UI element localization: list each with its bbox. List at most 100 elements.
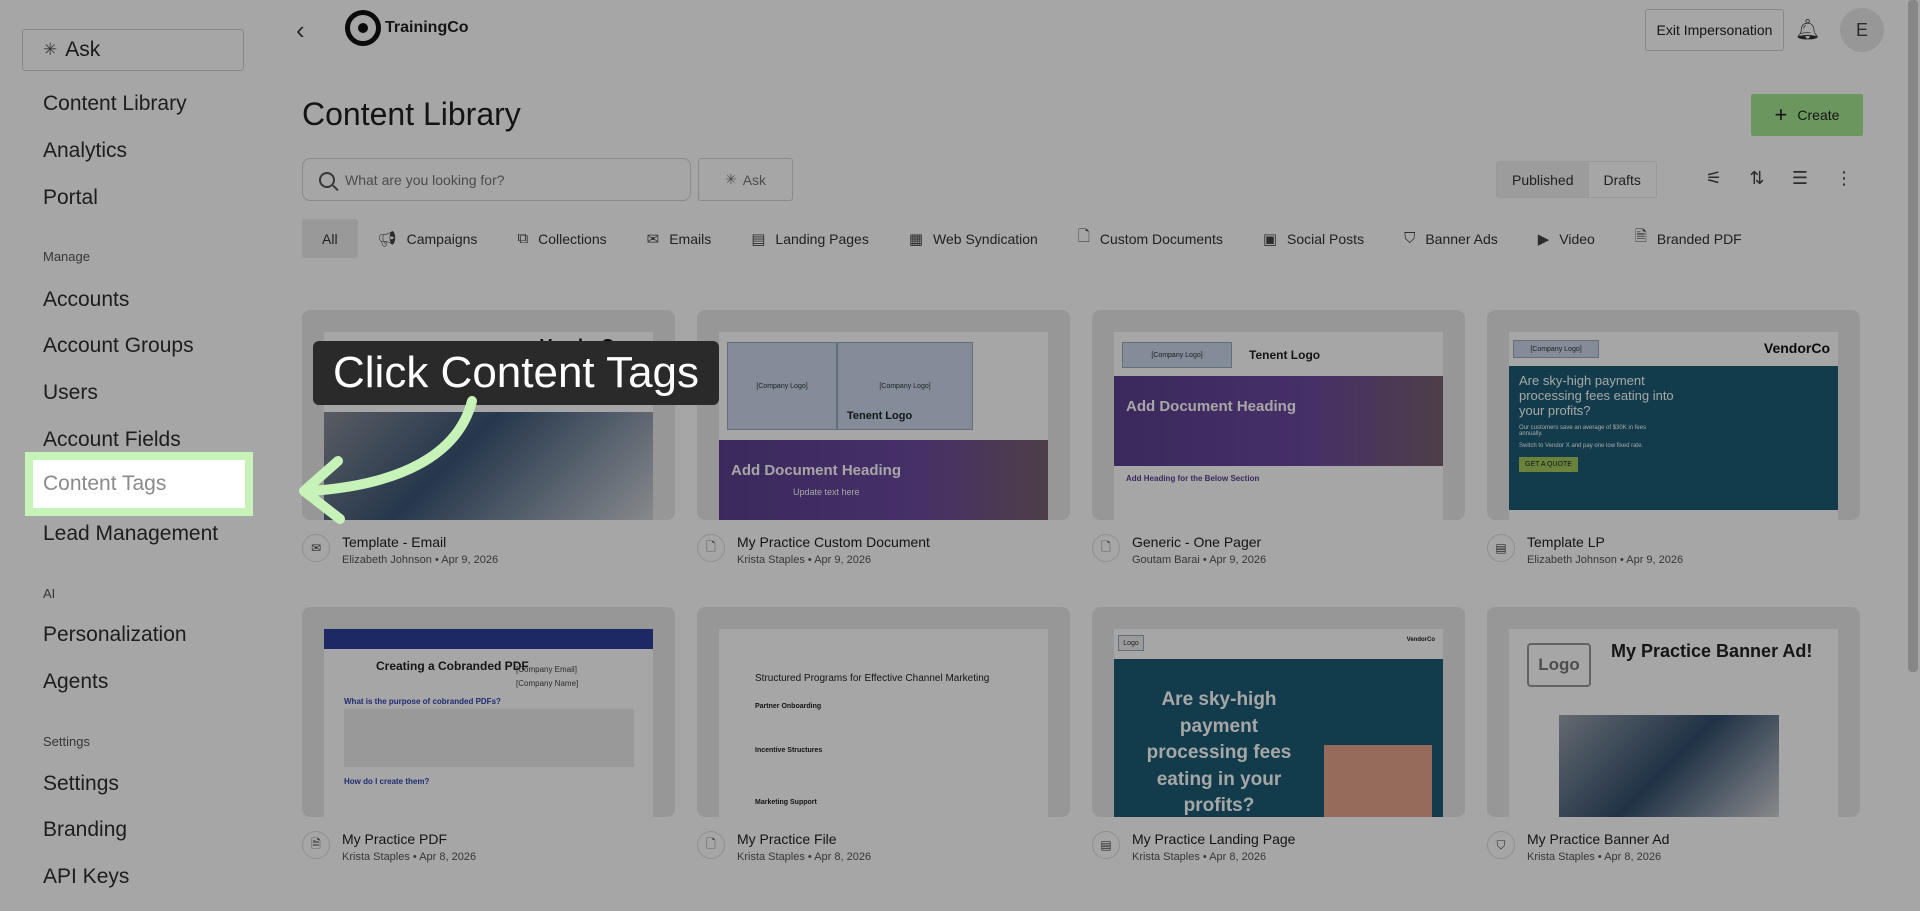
create-label: Create <box>1797 107 1840 123</box>
brand-logo[interactable]: TrainingCo <box>345 10 469 46</box>
pdf-preview: Creating a Cobranded PDF [Company Email]… <box>324 629 653 817</box>
sidebar-item-branding[interactable]: Branding <box>43 818 127 842</box>
email-icon: ✉ <box>302 534 330 562</box>
card-thumbnail: [Company Logo] VendorCo Are sky-high pay… <box>1487 310 1860 520</box>
sidebar-item-lead-management[interactable]: Lead Management <box>43 522 218 546</box>
tab-campaigns[interactable]: 📢︎ Campaigns <box>358 219 498 258</box>
pdf-icon: 🗎︎ <box>1634 228 1647 245</box>
list-view-icon[interactable]: ☰ <box>1788 168 1812 189</box>
company-logo-placeholder: [Company Logo] <box>1513 340 1599 358</box>
pdf-company-email: [Company Email] <box>516 665 577 674</box>
doc-update-text: Update text here <box>793 487 860 497</box>
tenent-logo-text: Tenent Logo <box>1249 348 1321 362</box>
tab-branded-pdf-label: Branded PDF <box>1656 230 1742 247</box>
document-icon: 🗋︎ <box>697 534 725 562</box>
sidebar-item-settings[interactable]: Settings <box>43 772 119 796</box>
tab-emails[interactable]: ✉ Emails <box>627 219 732 258</box>
card-title[interactable]: Template - Email <box>342 534 498 550</box>
tab-social-posts[interactable]: ▣ Social Posts <box>1243 219 1384 258</box>
sidebar-item-users[interactable]: Users <box>43 381 98 405</box>
back-arrow-icon[interactable]: ‹ <box>296 15 305 46</box>
file-icon: 🗋︎ <box>697 831 725 859</box>
status-toggle: Published Drafts <box>1496 161 1657 198</box>
page-title: Content Library <box>302 96 521 132</box>
landing-hero: Are sky-high payment processing fees eat… <box>1509 366 1838 510</box>
sort-icon[interactable]: ⇅ <box>1745 168 1769 189</box>
content-card[interactable]: Logo VendorCo Are sky-high payment proce… <box>1092 607 1465 863</box>
content-card[interactable]: [Company Logo] VendorCo Are sky-high pay… <box>1487 310 1860 566</box>
sidebar-item-agents[interactable]: Agents <box>43 670 108 694</box>
banner-title: My Practice Banner Ad! <box>1611 641 1813 661</box>
card-thumbnail: Logo VendorCo Are sky-high payment proce… <box>1092 607 1465 817</box>
card-meta: Elizabeth Johnson • Apr 9, 2026 <box>342 554 499 566</box>
doc-heading: Add Document Heading <box>1126 398 1297 415</box>
tab-video-label: Video <box>1559 230 1595 247</box>
more-options-icon[interactable]: ⋮ <box>1832 168 1856 189</box>
tab-branded-pdf[interactable]: 🗎︎ Branded PDF <box>1615 219 1762 258</box>
sidebar-item-account-groups[interactable]: Account Groups <box>43 334 194 358</box>
sidebar-item-analytics[interactable]: Analytics <box>43 139 127 163</box>
logo-placeholder: Logo <box>1118 635 1144 651</box>
bell-icon[interactable]: 🔔︎ <box>1795 17 1820 41</box>
filter-sliders-icon[interactable]: ⚟ <box>1702 168 1726 189</box>
card-title[interactable]: Template LP <box>1527 534 1683 550</box>
ask-label: Ask <box>65 38 101 61</box>
card-meta: Krista Staples • Apr 9, 2026 <box>737 554 872 566</box>
file-title: Structured Programs for Effective Channe… <box>755 673 990 684</box>
company-logo-placeholder: [Company Logo] <box>1122 342 1232 368</box>
card-title[interactable]: My Practice File <box>737 831 871 847</box>
content-card[interactable]: Logo My Practice Banner Ad! ⛉ My Practic… <box>1487 607 1860 863</box>
document-banner: Add Document Heading Update text here <box>719 440 1048 520</box>
sidebar-item-account-fields[interactable]: Account Fields <box>43 428 181 452</box>
search-input[interactable] <box>345 171 665 188</box>
tab-landing-pages[interactable]: ▤ Landing Pages <box>731 219 889 258</box>
card-title[interactable]: Generic - One Pager <box>1132 534 1266 550</box>
card-title[interactable]: My Practice Banner Ad <box>1527 831 1669 847</box>
tab-social-posts-label: Social Posts <box>1287 230 1365 247</box>
tab-banner-ads[interactable]: ⛉ Banner Ads <box>1384 219 1518 258</box>
content-card[interactable]: Creating a Cobranded PDF [Company Email]… <box>302 607 675 863</box>
brand-name: TrainingCo <box>385 19 469 36</box>
section-manage: Manage <box>43 249 90 264</box>
tab-all[interactable]: All <box>302 219 358 258</box>
card-meta: Krista Staples • Apr 8, 2026 <box>1527 851 1662 863</box>
section-heading: Add Heading for the Below Section <box>1126 474 1260 483</box>
exit-impersonation-button[interactable]: Exit Impersonation <box>1645 9 1784 51</box>
card-title[interactable]: My Practice PDF <box>342 831 476 847</box>
banner-photo <box>1559 715 1779 817</box>
section-ai: AI <box>43 586 56 601</box>
content-card[interactable]: Structured Programs for Effective Channe… <box>697 607 1070 863</box>
sidebar-item-accounts[interactable]: Accounts <box>43 288 129 312</box>
sidebar-item-content-tags[interactable]: Content Tags <box>25 452 253 516</box>
sidebar-item-portal[interactable]: Portal <box>43 186 98 210</box>
tab-published[interactable]: Published <box>1497 162 1589 197</box>
tab-banner-ads-label: Banner Ads <box>1425 230 1498 247</box>
sidebar-item-api-keys[interactable]: API Keys <box>43 865 129 889</box>
sidebar-ask-button[interactable]: ✳ Ask <box>22 29 244 71</box>
card-title[interactable]: My Practice Custom Document <box>737 534 930 550</box>
ask-button-label: Ask <box>742 171 767 188</box>
avatar[interactable]: E <box>1840 8 1884 52</box>
tab-drafts[interactable]: Drafts <box>1589 162 1656 197</box>
tab-custom-documents[interactable]: 🗋︎ Custom Documents <box>1058 219 1243 258</box>
search-icon <box>319 171 335 188</box>
sparkle-icon: ✳ <box>43 40 58 59</box>
content-card[interactable]: [Company Logo] Tenent Logo Add Document … <box>1092 310 1465 566</box>
banner-ad-icon: ⛉ <box>1487 831 1515 859</box>
create-button[interactable]: + Create <box>1751 94 1863 136</box>
pdf-title: Creating a Cobranded PDF <box>376 659 529 673</box>
tab-video[interactable]: ▶ Video <box>1518 219 1615 258</box>
ask-button[interactable]: ✳ Ask <box>698 158 793 201</box>
sidebar-item-personalization[interactable]: Personalization <box>43 623 187 647</box>
content-card[interactable]: [Company Logo] [Company Logo] Tenent Log… <box>697 310 1070 566</box>
content-tags-label: Content Tags <box>43 472 167 495</box>
card-title[interactable]: My Practice Landing Page <box>1132 831 1295 847</box>
sidebar-item-content-library[interactable]: Content Library <box>43 92 187 116</box>
document-preview: [Company Logo] [Company Logo] Tenent Log… <box>719 332 1048 520</box>
tab-emails-label: Emails <box>669 230 712 247</box>
tab-web-syndication[interactable]: ▦ Web Syndication <box>889 219 1058 258</box>
search-box[interactable] <box>302 158 691 201</box>
tab-collections[interactable]: ⧉ Collections <box>497 219 626 258</box>
landing-page-preview: Logo VendorCo Are sky-high payment proce… <box>1114 629 1443 817</box>
scrollbar[interactable] <box>1908 0 1918 672</box>
